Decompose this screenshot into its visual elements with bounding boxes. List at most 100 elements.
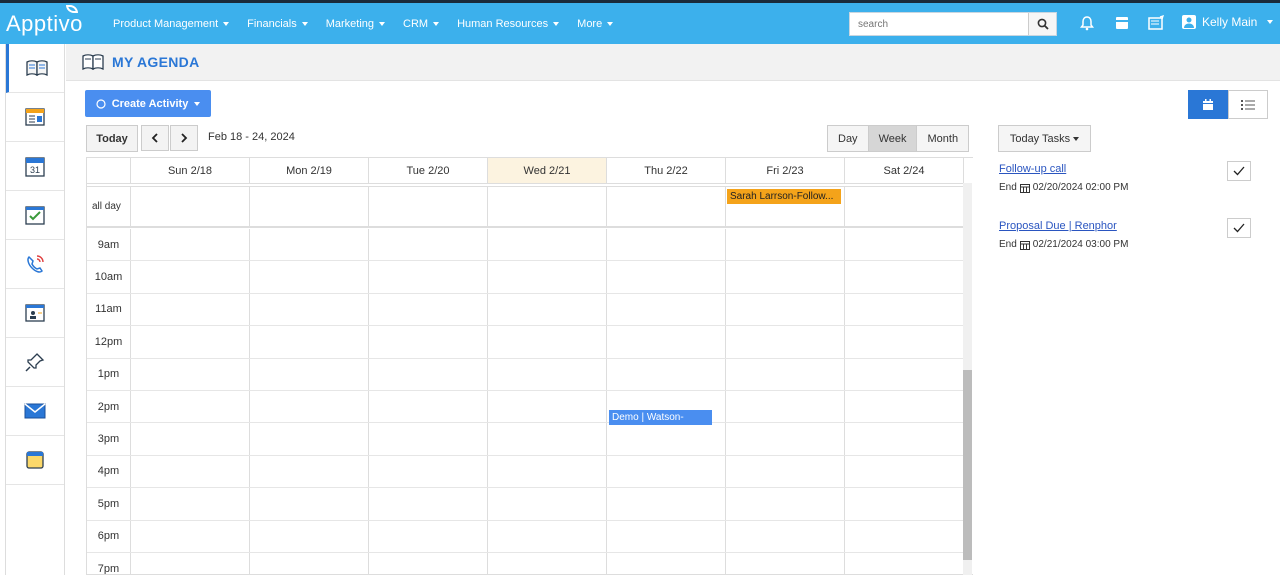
time-slot[interactable]: [607, 423, 726, 455]
sidebar-item-calendar[interactable]: 31: [6, 142, 64, 191]
day-header[interactable]: Tue 2/20: [369, 158, 488, 183]
search-input[interactable]: [850, 13, 1028, 35]
time-slot[interactable]: [726, 229, 845, 261]
time-slot[interactable]: [369, 423, 488, 455]
time-slot[interactable]: [726, 455, 845, 488]
store-icon[interactable]: [1113, 14, 1131, 32]
sidebar-item-schedule[interactable]: [6, 93, 64, 142]
sidebar-item-pins[interactable]: [6, 338, 64, 387]
time-slot[interactable]: [369, 261, 488, 293]
time-slot[interactable]: [845, 293, 964, 326]
time-slot[interactable]: [845, 326, 964, 358]
calendar-scrollbar-thumb[interactable]: [963, 370, 972, 560]
time-slot[interactable]: [845, 229, 964, 261]
prev-week-button[interactable]: [141, 125, 169, 151]
time-slot[interactable]: [607, 358, 726, 390]
time-slot[interactable]: [488, 261, 607, 293]
time-slot[interactable]: [488, 455, 607, 488]
all-day-cell[interactable]: Sarah Larrson-Follow...: [726, 187, 845, 226]
time-slot[interactable]: [131, 326, 250, 358]
time-slot[interactable]: [607, 552, 726, 574]
time-slot[interactable]: [369, 488, 488, 520]
sidebar-item-tasks[interactable]: [6, 191, 64, 240]
next-week-button[interactable]: [170, 125, 198, 151]
calendar-view-button[interactable]: [1188, 90, 1228, 119]
time-slot[interactable]: [131, 520, 250, 552]
notification-bell-icon[interactable]: [1078, 14, 1096, 32]
today-tasks-dropdown[interactable]: Today Tasks: [998, 125, 1091, 152]
time-slot[interactable]: [131, 229, 250, 261]
day-header[interactable]: Mon 2/19: [250, 158, 369, 183]
task-link[interactable]: Follow-up call: [999, 163, 1066, 175]
time-slot[interactable]: [250, 520, 369, 552]
time-slot[interactable]: [726, 358, 845, 390]
sidebar-item-calls[interactable]: [6, 240, 64, 289]
time-slot[interactable]: [845, 455, 964, 488]
calendar-event[interactable]: Demo | Watson-: [609, 409, 712, 425]
user-menu[interactable]: Kelly Main: [1182, 15, 1274, 29]
calendar-event[interactable]: Sarah Larrson-Follow...: [727, 189, 841, 204]
time-slot[interactable]: [845, 520, 964, 552]
time-slot[interactable]: [250, 358, 369, 390]
sidebar-item-email[interactable]: [6, 387, 64, 436]
time-slot[interactable]: [726, 261, 845, 293]
nav-marketing[interactable]: Marketing: [317, 18, 394, 30]
time-slot[interactable]: [845, 390, 964, 423]
all-day-cell[interactable]: [250, 187, 369, 226]
day-header-today[interactable]: Wed 2/21: [488, 158, 607, 183]
time-slot[interactable]: [607, 488, 726, 520]
week-view-button[interactable]: Week: [868, 126, 918, 151]
time-slot[interactable]: [131, 552, 250, 574]
time-slot[interactable]: [726, 293, 845, 326]
search-button[interactable]: [1028, 13, 1056, 35]
time-slot[interactable]: [607, 293, 726, 326]
sidebar-item-agenda[interactable]: [6, 44, 64, 93]
time-slot[interactable]: [250, 326, 369, 358]
all-day-cell[interactable]: [131, 187, 250, 226]
nav-crm[interactable]: CRM: [394, 18, 448, 30]
time-slot[interactable]: [250, 293, 369, 326]
time-slot[interactable]: [726, 423, 845, 455]
time-slot[interactable]: [369, 293, 488, 326]
time-slot[interactable]: [488, 326, 607, 358]
time-slot[interactable]: [369, 326, 488, 358]
time-slot[interactable]: [250, 423, 369, 455]
time-slot[interactable]: [607, 261, 726, 293]
time-slot[interactable]: [250, 390, 369, 423]
time-slot[interactable]: [369, 358, 488, 390]
time-slot[interactable]: [488, 488, 607, 520]
time-slot[interactable]: [845, 261, 964, 293]
time-slot[interactable]: [250, 229, 369, 261]
time-slot[interactable]: [488, 390, 607, 423]
all-day-cell[interactable]: [488, 187, 607, 226]
time-slot[interactable]: [607, 326, 726, 358]
time-slot[interactable]: [845, 552, 964, 574]
time-slot[interactable]: [131, 293, 250, 326]
time-slot[interactable]: [726, 326, 845, 358]
time-slot[interactable]: [845, 423, 964, 455]
time-slot[interactable]: [845, 358, 964, 390]
task-link[interactable]: Proposal Due | Renphor: [999, 220, 1117, 232]
day-header[interactable]: Sat 2/24: [845, 158, 964, 183]
time-slot[interactable]: [607, 520, 726, 552]
time-slot[interactable]: Demo | Watson-: [607, 390, 726, 425]
time-slot[interactable]: [250, 455, 369, 488]
list-view-button[interactable]: [1228, 90, 1268, 119]
time-slot[interactable]: [250, 261, 369, 293]
time-slot[interactable]: [726, 552, 845, 574]
time-slot[interactable]: [726, 520, 845, 552]
create-activity-button[interactable]: Create Activity: [85, 90, 211, 117]
time-slot[interactable]: [726, 488, 845, 520]
time-slot[interactable]: [607, 455, 726, 488]
time-slot[interactable]: [488, 229, 607, 261]
time-slot[interactable]: [250, 552, 369, 574]
all-day-cell[interactable]: [845, 187, 964, 226]
time-slot[interactable]: [369, 390, 488, 423]
sidebar-item-notes[interactable]: [6, 436, 64, 485]
all-day-cell[interactable]: [369, 187, 488, 226]
time-slot[interactable]: [131, 358, 250, 390]
nav-human-resources[interactable]: Human Resources: [448, 18, 568, 30]
time-slot[interactable]: [488, 520, 607, 552]
time-slot[interactable]: [250, 488, 369, 520]
time-slot[interactable]: [131, 423, 250, 455]
